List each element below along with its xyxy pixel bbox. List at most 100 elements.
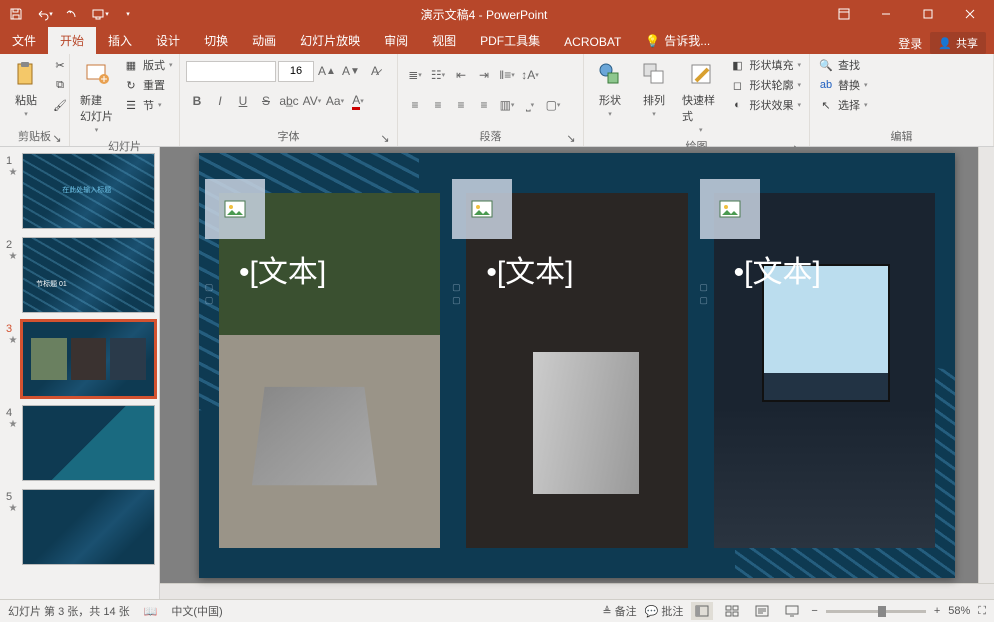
shadow-button[interactable]: ab̲c bbox=[278, 90, 300, 112]
tab-design[interactable]: 设计 bbox=[144, 27, 192, 54]
share-button[interactable]: 👤共享 bbox=[930, 32, 986, 54]
reset-button[interactable]: ↻重置 bbox=[121, 76, 175, 94]
bullets-button[interactable]: ≣▾ bbox=[404, 64, 426, 86]
font-dialog-launcher[interactable]: ↘ bbox=[379, 132, 391, 144]
tab-pdftools[interactable]: PDF工具集 bbox=[468, 27, 552, 54]
undo-button[interactable]: ▾ bbox=[32, 2, 56, 26]
thumbnail-2[interactable]: 2★ 节标题 01 bbox=[4, 237, 155, 313]
tab-animations[interactable]: 动画 bbox=[240, 27, 288, 54]
thumbnail-1[interactable]: 1★ 在此处输入标题 bbox=[4, 153, 155, 229]
thumbnail-5[interactable]: 5★ bbox=[4, 489, 155, 565]
notes-button[interactable]: ≜ 备注 bbox=[602, 603, 636, 619]
numbering-button[interactable]: ☷▾ bbox=[427, 64, 449, 86]
font-color-button[interactable]: A▾ bbox=[347, 90, 369, 112]
login-link[interactable]: 登录 bbox=[898, 35, 922, 52]
zoom-out-button[interactable]: − bbox=[811, 605, 817, 617]
replace-button[interactable]: ab替换▾ bbox=[816, 76, 870, 94]
shapes-button[interactable]: 形状▾ bbox=[590, 56, 630, 120]
columns-button[interactable]: ▥▾ bbox=[496, 94, 518, 116]
fit-to-window-button[interactable]: ⛶ bbox=[978, 605, 986, 618]
zoom-slider[interactable] bbox=[826, 610, 926, 613]
italic-button[interactable]: I bbox=[209, 90, 231, 112]
decrease-indent-button[interactable]: ⇤ bbox=[450, 64, 472, 86]
strikethrough-button[interactable]: S bbox=[255, 90, 277, 112]
picture-placeholder-icon[interactable] bbox=[700, 179, 760, 239]
slideshow-view-button[interactable] bbox=[781, 602, 803, 620]
reading-view-button[interactable] bbox=[751, 602, 773, 620]
increase-font-button[interactable]: A▲ bbox=[316, 60, 338, 82]
new-slide-button[interactable]: 新建 幻灯片▾ bbox=[76, 56, 117, 136]
text-placeholder-1[interactable]: •[文本] bbox=[239, 247, 326, 291]
tab-slideshow[interactable]: 幻灯片放映 bbox=[288, 27, 372, 54]
tab-view[interactable]: 视图 bbox=[420, 27, 468, 54]
tab-acrobat[interactable]: ACROBAT bbox=[552, 30, 633, 54]
comments-button[interactable]: 💬 批注 bbox=[645, 603, 684, 619]
align-left-button[interactable]: ≡ bbox=[404, 94, 426, 116]
increase-indent-button[interactable]: ⇥ bbox=[473, 64, 495, 86]
shape-fill-button[interactable]: ◧形状填充▾ bbox=[727, 56, 803, 74]
horizontal-scrollbar[interactable] bbox=[160, 583, 994, 599]
slide-counter[interactable]: 幻灯片 第 3 张，共 14 张 bbox=[8, 603, 130, 619]
text-placeholder-2[interactable]: •[文本] bbox=[486, 247, 573, 291]
align-right-button[interactable]: ≡ bbox=[450, 94, 472, 116]
tab-home[interactable]: 开始 bbox=[48, 27, 96, 54]
start-from-beginning-button[interactable]: ▾ bbox=[88, 2, 112, 26]
thumbnail-panel[interactable]: 1★ 在此处输入标题 2★ 节标题 01 3★ 4★ 5★ bbox=[0, 147, 160, 599]
tab-insert[interactable]: 插入 bbox=[96, 27, 144, 54]
underline-button[interactable]: U bbox=[232, 90, 254, 112]
char-spacing-button[interactable]: AV▾ bbox=[301, 90, 323, 112]
text-direction-button[interactable]: ↕A▾ bbox=[519, 64, 541, 86]
vertical-scrollbar[interactable] bbox=[978, 147, 994, 583]
arrange-button[interactable]: 排列▾ bbox=[634, 56, 674, 120]
align-text-button[interactable]: ⎵▾ bbox=[519, 94, 541, 116]
bold-button[interactable]: B bbox=[186, 90, 208, 112]
save-button[interactable] bbox=[4, 2, 28, 26]
paste-button[interactable]: 粘贴▾ bbox=[6, 56, 46, 120]
change-case-button[interactable]: Aa▾ bbox=[324, 90, 346, 112]
decrease-font-button[interactable]: A▼ bbox=[340, 60, 362, 82]
content-card-2[interactable]: •[文本] ▢▢ bbox=[466, 193, 687, 548]
slide-sorter-view-button[interactable] bbox=[721, 602, 743, 620]
shape-effects-button[interactable]: ◐形状效果▾ bbox=[727, 96, 803, 114]
find-button[interactable]: 🔍查找 bbox=[816, 56, 870, 74]
minimize-button[interactable] bbox=[866, 2, 906, 26]
picture-placeholder-icon[interactable] bbox=[205, 179, 265, 239]
customize-qat-button[interactable]: ▾ bbox=[116, 2, 140, 26]
clipboard-dialog-launcher[interactable]: ↘ bbox=[51, 132, 63, 144]
line-spacing-button[interactable]: ‖≡▾ bbox=[496, 64, 518, 86]
section-button[interactable]: ☰节▾ bbox=[121, 96, 175, 114]
shape-outline-button[interactable]: ◻形状轮廓▾ bbox=[727, 76, 803, 94]
select-button[interactable]: ↖选择▾ bbox=[816, 96, 870, 114]
layout-button[interactable]: ▦版式▾ bbox=[121, 56, 175, 74]
align-center-button[interactable]: ≡ bbox=[427, 94, 449, 116]
tab-review[interactable]: 审阅 bbox=[372, 27, 420, 54]
redo-button[interactable] bbox=[60, 2, 84, 26]
text-placeholder-3[interactable]: •[文本] bbox=[734, 247, 821, 291]
paragraph-dialog-launcher[interactable]: ↘ bbox=[565, 132, 577, 144]
language-indicator[interactable]: 中文(中国) bbox=[171, 603, 222, 619]
normal-view-button[interactable] bbox=[691, 602, 713, 620]
clear-formatting-button[interactable]: A̷ bbox=[364, 60, 386, 82]
smartart-button[interactable]: ▢▾ bbox=[542, 94, 564, 116]
copy-button[interactable]: ⧉ bbox=[50, 76, 70, 94]
ribbon-display-options-button[interactable] bbox=[824, 2, 864, 26]
tellme-search[interactable]: 💡告诉我... bbox=[633, 27, 722, 54]
justify-button[interactable]: ≡ bbox=[473, 94, 495, 116]
zoom-level[interactable]: 58% bbox=[948, 605, 970, 617]
zoom-in-button[interactable]: + bbox=[934, 605, 940, 617]
font-size-combo[interactable] bbox=[278, 61, 314, 82]
format-painter-button[interactable]: 🖌 bbox=[50, 96, 70, 114]
content-card-1[interactable]: •[文本] ▢▢ bbox=[219, 193, 440, 548]
tab-file[interactable]: 文件 bbox=[0, 27, 48, 54]
cut-button[interactable]: ✂ bbox=[50, 56, 70, 74]
picture-placeholder-icon[interactable] bbox=[452, 179, 512, 239]
content-card-3[interactable]: •[文本] ▢▢ bbox=[714, 193, 935, 548]
font-name-combo[interactable] bbox=[186, 61, 276, 82]
slide-canvas[interactable]: •[文本] ▢▢ •[文本] ▢▢ •[文本] ▢▢ bbox=[199, 153, 955, 578]
tab-transitions[interactable]: 切换 bbox=[192, 27, 240, 54]
quick-styles-button[interactable]: 快速样式▾ bbox=[678, 56, 723, 136]
spellcheck-indicator[interactable]: 📖 bbox=[144, 605, 158, 618]
thumbnail-4[interactable]: 4★ bbox=[4, 405, 155, 481]
close-button[interactable] bbox=[950, 2, 990, 26]
maximize-button[interactable] bbox=[908, 2, 948, 26]
